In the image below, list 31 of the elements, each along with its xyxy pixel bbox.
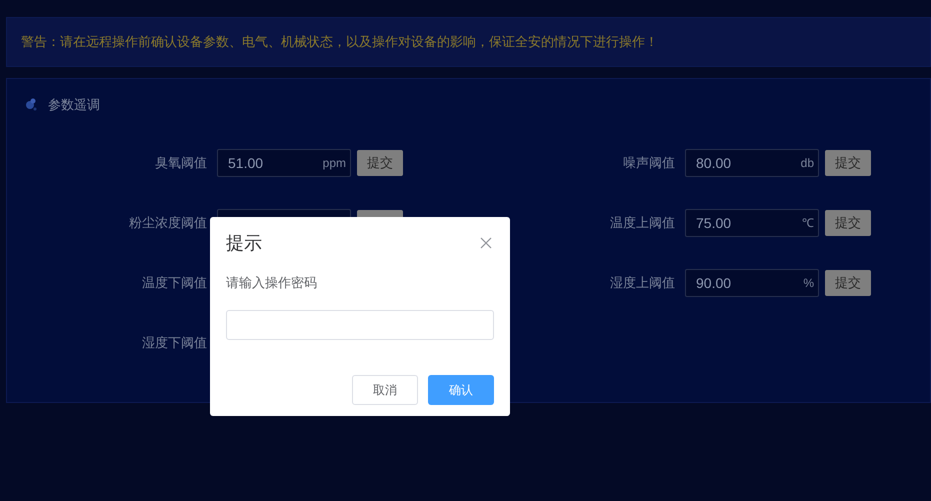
field-value: 51.00	[228, 154, 264, 172]
dots-icon	[24, 98, 38, 112]
panel-title: 参数遥调	[48, 96, 100, 114]
value-field[interactable]: 90.00 %	[685, 269, 819, 297]
unit-label: ppm	[322, 155, 346, 172]
submit-button[interactable]: 提交	[825, 270, 871, 296]
field-label: 温度下阈值	[141, 274, 207, 292]
submit-button[interactable]: 提交	[357, 150, 403, 176]
unit-label: ℃	[802, 215, 814, 232]
field-label: 湿度下阈值	[141, 334, 207, 352]
field-value: 80.00	[696, 154, 732, 172]
submit-button[interactable]: 提交	[825, 150, 871, 176]
unit-label: db	[800, 155, 814, 172]
warning-text: 警告：请在远程操作前确认设备参数、电气、机械状态，以及操作对设备的影响，保证全安的情况下进行操作！	[21, 33, 658, 52]
password-field[interactable]	[226, 310, 494, 340]
field-label: 臭氧阈值	[154, 154, 207, 172]
submit-button[interactable]: 提交	[825, 210, 871, 236]
field-value: 75.00	[696, 214, 732, 232]
cancel-button[interactable]: 取消	[352, 374, 418, 404]
field-label: 湿度上阈值	[609, 274, 675, 292]
value-field[interactable]: 51.00 ppm	[217, 149, 351, 177]
dialog-title: 提示	[226, 232, 262, 254]
field-label: 温度上阈值	[609, 214, 675, 232]
field-label: 粉尘浓度阈值	[128, 214, 207, 232]
field-label: 噪声阈值	[622, 154, 675, 172]
dialog-message: 请输入操作密码	[226, 274, 318, 292]
close-icon[interactable]	[480, 237, 492, 249]
value-field[interactable]: 80.00 db	[685, 149, 819, 177]
unit-label: %	[803, 275, 814, 292]
value-field[interactable]: 75.00 ℃	[685, 209, 819, 237]
field-value: 90.00	[696, 274, 732, 292]
